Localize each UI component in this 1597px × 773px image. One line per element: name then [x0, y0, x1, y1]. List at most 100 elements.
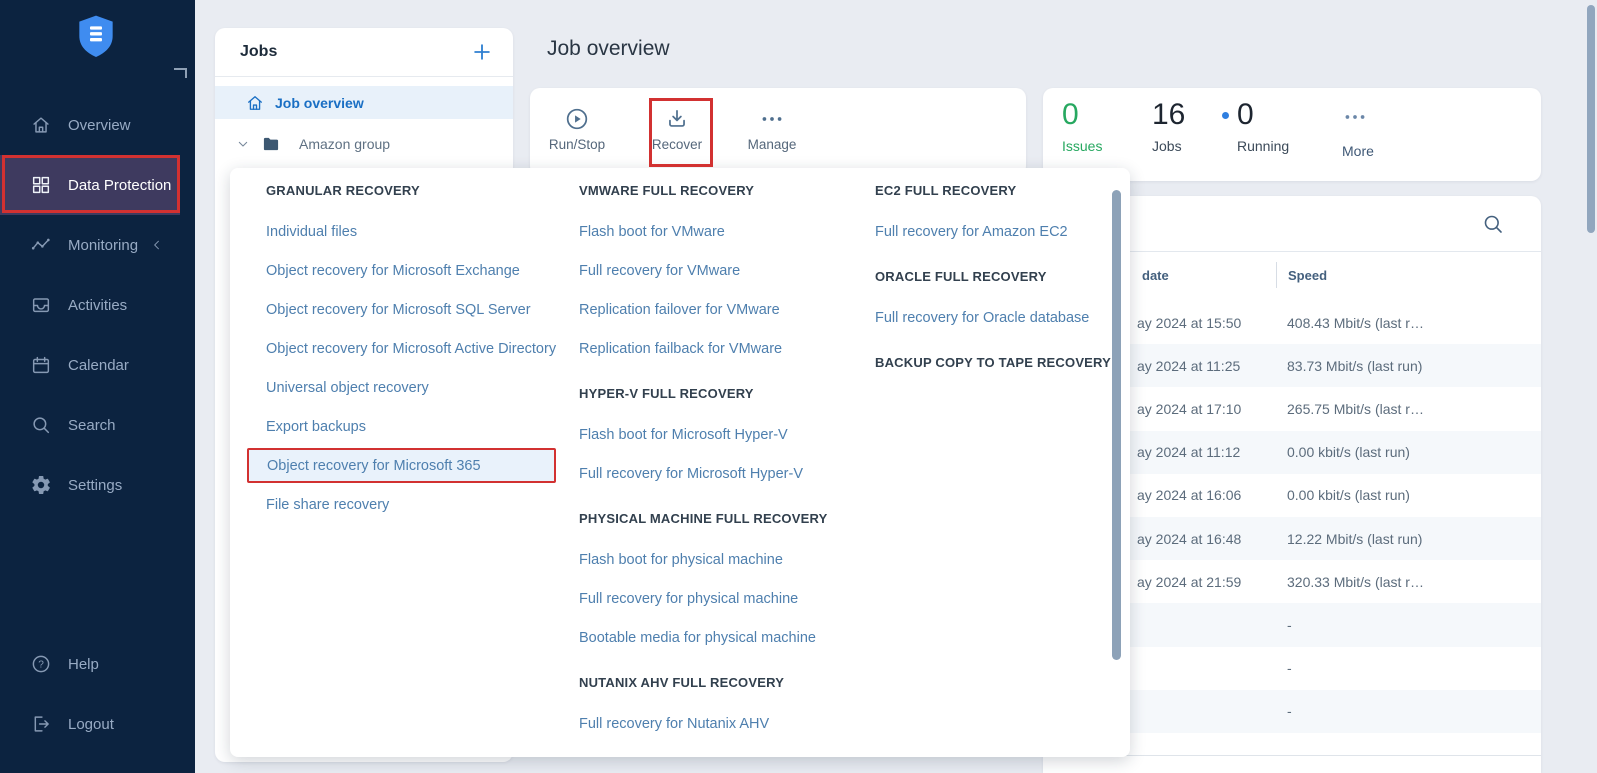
cell-speed: - — [1287, 703, 1292, 720]
cell-speed: 408.43 Mbit/s (last r… — [1287, 314, 1424, 331]
cell-speed: - — [1287, 660, 1292, 677]
stat-running[interactable]: 0 Running — [1222, 98, 1289, 154]
menu-section-header: GRANULAR RECOVERY — [266, 183, 420, 198]
menu-section: VMWARE FULL RECOVERY Flash boot for VMwa… — [579, 180, 869, 368]
menu-item[interactable]: Replication failover for VMware — [579, 290, 869, 329]
menu-section: HYPER-V FULL RECOVERY Flash boot for Mic… — [579, 383, 869, 493]
search-icon — [30, 414, 52, 436]
menu-item[interactable]: Universal object recovery — [266, 368, 551, 407]
sidebar-item[interactable]: Search — [0, 395, 195, 455]
menu-section-header: HYPER-V FULL RECOVERY — [579, 386, 754, 401]
stat-issues[interactable]: 0 Issues — [1062, 98, 1102, 154]
menu-section-header: PHYSICAL MACHINE FULL RECOVERY — [579, 511, 828, 526]
cell-speed: 320.33 Mbit/s (last r… — [1287, 573, 1424, 590]
menu-item[interactable]: Export backups — [266, 407, 551, 446]
gear-icon — [30, 474, 52, 496]
menu-item[interactable]: Full recovery for Oracle database — [875, 298, 1125, 337]
menu-item[interactable]: Object recovery for Microsoft SQL Server — [266, 290, 551, 329]
calendar-icon — [30, 354, 52, 376]
menu-item[interactable]: Object recovery for Microsoft 365 — [247, 448, 556, 483]
page-scrollbar-thumb[interactable] — [1587, 5, 1595, 233]
add-job-button[interactable] — [471, 41, 493, 63]
jobs-tree-item-job-overview[interactable]: Job overview — [215, 86, 513, 119]
menu-section: EC2 FULL RECOVERY Full recovery for Amaz… — [875, 180, 1125, 251]
manage-button[interactable]: Manage — [727, 106, 817, 152]
sidebar-item[interactable]: Overview — [0, 95, 195, 155]
cell-speed: 83.73 Mbit/s (last run) — [1287, 357, 1423, 374]
dropdown-scrollbar-thumb[interactable] — [1112, 190, 1121, 660]
menu-section: ORACLE FULL RECOVERY Full recovery for O… — [875, 266, 1125, 337]
ellipsis-icon — [759, 106, 785, 132]
help-icon: ? — [30, 653, 52, 675]
stat-jobs[interactable]: 16 Jobs — [1152, 98, 1185, 154]
sidebar: Overview Data Protection Monitoring Acti… — [0, 0, 195, 773]
chevron-down-icon[interactable] — [235, 136, 251, 152]
sidebar-bottom: ? Help Logout — [0, 634, 195, 754]
menu-column: EC2 FULL RECOVERY Full recovery for Amaz… — [875, 180, 1125, 384]
play-circle-icon — [564, 106, 590, 132]
cell-speed: 0.00 kbit/s (last run) — [1287, 444, 1410, 461]
jobs-panel-header: Jobs — [215, 28, 513, 77]
sidebar-item[interactable]: Monitoring — [0, 215, 195, 275]
home-icon — [30, 114, 52, 136]
menu-column: GRANULAR RECOVERY Individual files Objec… — [247, 180, 556, 524]
sidebar-nav: Overview Data Protection Monitoring Acti… — [0, 95, 195, 515]
menu-item[interactable]: Object recovery for Microsoft Active Dir… — [266, 329, 556, 368]
menu-item[interactable]: Flash boot for physical machine — [579, 540, 869, 579]
table-header-date[interactable]: date — [1142, 268, 1169, 283]
recover-button[interactable]: Recover — [632, 106, 722, 152]
cell-speed: 265.75 Mbit/s (last r… — [1287, 400, 1424, 417]
jobs-tree-item-amazon-group[interactable]: Amazon group — [215, 127, 513, 160]
menu-item[interactable]: Flash boot for Microsoft Hyper-V — [579, 415, 869, 454]
logout-icon — [30, 713, 52, 735]
menu-item[interactable]: Object recovery for Microsoft Exchange — [266, 251, 551, 290]
sidebar-item[interactable]: Settings — [0, 455, 195, 515]
page-title: Job overview — [547, 37, 670, 60]
menu-section-header: ORACLE FULL RECOVERY — [875, 269, 1047, 284]
menu-item[interactable]: Individual files — [266, 212, 551, 251]
cell-speed: 12.22 Mbit/s (last run) — [1287, 530, 1423, 547]
home-icon — [245, 93, 265, 113]
menu-section-header: EC2 FULL RECOVERY — [875, 183, 1017, 198]
sidebar-collapse-icon[interactable] — [174, 68, 187, 78]
sidebar-item[interactable]: Calendar — [0, 335, 195, 395]
menu-item[interactable]: Bootable media for physical machine — [579, 618, 869, 657]
pulse-icon — [30, 234, 52, 256]
running-dot-icon — [1222, 111, 1229, 119]
menu-item[interactable]: File share recovery — [266, 485, 551, 524]
jobs-panel-title: Jobs — [240, 43, 278, 60]
sidebar-item[interactable]: Logout — [0, 694, 195, 754]
sidebar-item[interactable]: Activities — [0, 275, 195, 335]
menu-section-header: NUTANIX AHV FULL RECOVERY — [579, 675, 785, 690]
column-divider — [1276, 262, 1277, 288]
menu-item[interactable]: Full recovery for VMware — [579, 251, 869, 290]
menu-item[interactable]: Full recovery for Nutanix AHV — [579, 704, 869, 743]
recover-dropdown-menu: GRANULAR RECOVERY Individual files Objec… — [230, 168, 1130, 757]
svg-text:?: ? — [38, 660, 44, 671]
ellipsis-icon — [1342, 104, 1368, 130]
app-logo-shield-icon — [76, 14, 116, 62]
grid-icon — [30, 174, 52, 196]
menu-section: BACKUP COPY TO TAPE RECOVERY — [875, 352, 1125, 374]
table-search-icon[interactable] — [1481, 212, 1505, 236]
menu-item[interactable]: Full recovery for Microsoft Hyper-V — [579, 454, 869, 493]
sidebar-item[interactable]: ? Help — [0, 634, 195, 694]
folder-icon — [261, 134, 281, 154]
stat-more-button[interactable]: More — [1342, 98, 1374, 159]
menu-section-header: VMWARE FULL RECOVERY — [579, 183, 755, 198]
cell-speed: - — [1287, 616, 1292, 633]
run-stop-button[interactable]: Run/Stop — [532, 106, 622, 152]
menu-item[interactable]: Replication failback for VMware — [579, 329, 869, 368]
cell-speed: 0.00 kbit/s (last run) — [1287, 487, 1410, 504]
menu-section: GRANULAR RECOVERY Individual files Objec… — [247, 180, 556, 524]
toolbar: Run/Stop Recover Manage — [530, 88, 1026, 176]
menu-column: VMWARE FULL RECOVERY Flash boot for VMwa… — [579, 180, 869, 743]
sidebar-item[interactable]: Data Protection — [0, 155, 180, 215]
menu-item[interactable]: Full recovery for physical machine — [579, 579, 869, 618]
table-header-speed[interactable]: Speed — [1288, 268, 1327, 283]
download-icon — [664, 106, 690, 132]
menu-item[interactable]: Full recovery for Amazon EC2 — [875, 212, 1125, 251]
chevron-left-icon[interactable] — [150, 238, 164, 252]
menu-section-header: BACKUP COPY TO TAPE RECOVERY — [875, 355, 1112, 370]
menu-item[interactable]: Flash boot for VMware — [579, 212, 869, 251]
